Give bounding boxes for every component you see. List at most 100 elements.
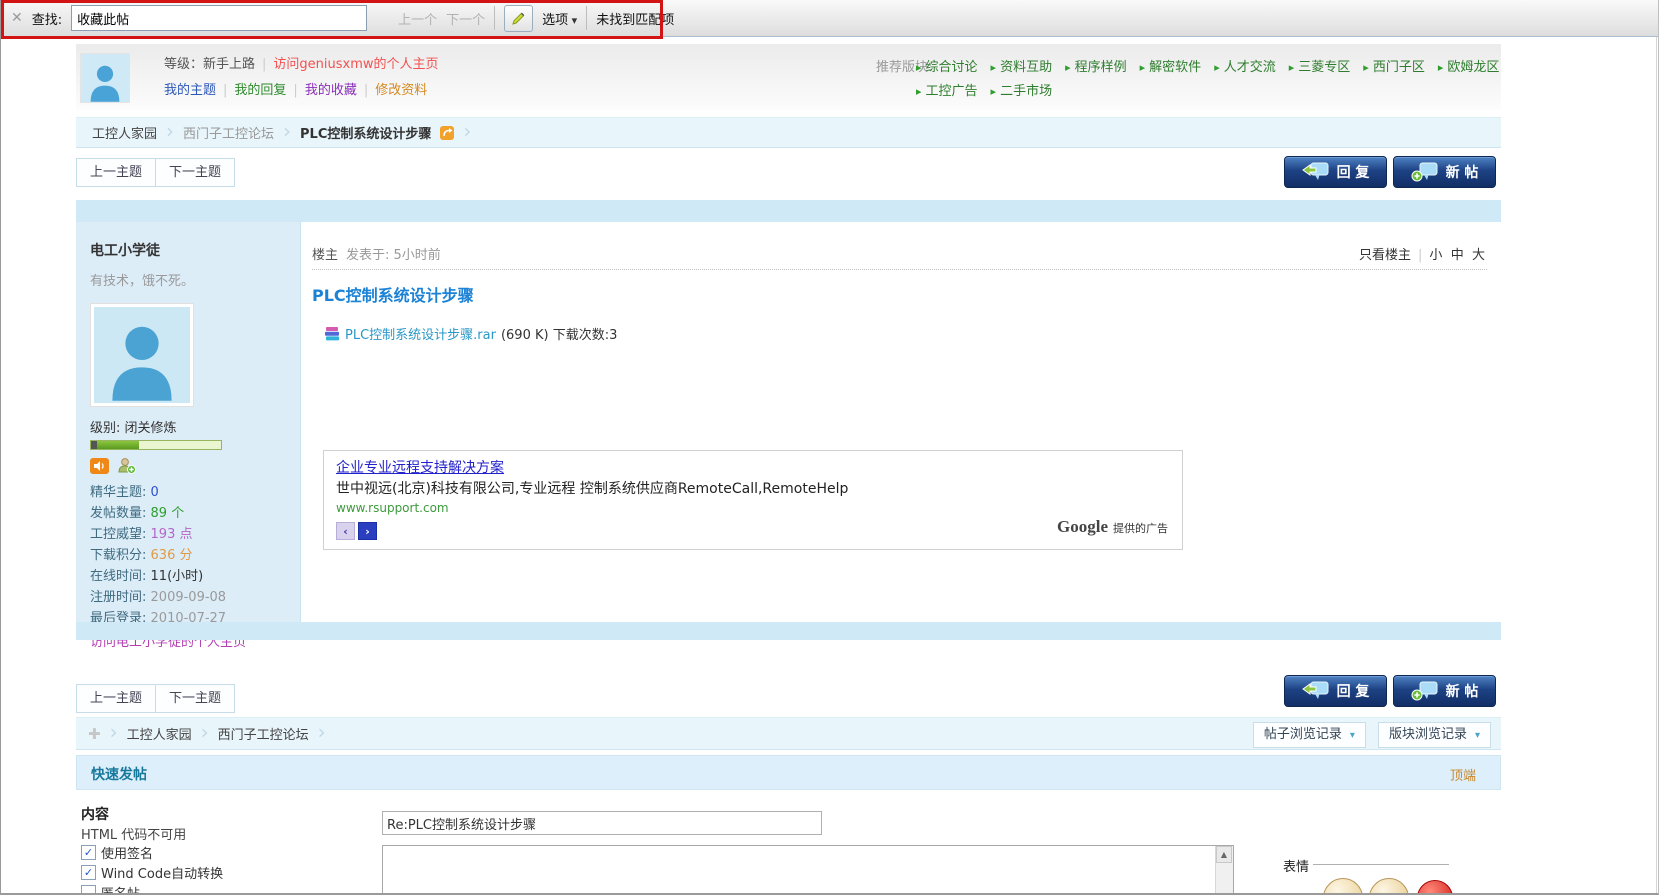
find-input[interactable] xyxy=(71,5,367,31)
divider xyxy=(312,269,1487,270)
topic-share-icon[interactable] xyxy=(440,126,454,140)
forum-link[interactable]: 西门子区 xyxy=(1363,56,1425,75)
checkbox-label: 使用签名 xyxy=(101,843,153,862)
find-options-button[interactable]: 选项 xyxy=(542,9,577,28)
stat-row: 发帖数量: 89 个 xyxy=(90,503,286,524)
topic-nav-top: 上一主题 下一主题 xyxy=(76,158,235,187)
speaker-icon[interactable] xyxy=(90,458,109,474)
attachment-link[interactable]: PLC控制系统设计步骤.rar xyxy=(345,324,496,343)
ad-next-arrow-icon[interactable]: › xyxy=(358,522,377,540)
checkbox-icon[interactable] xyxy=(81,845,96,860)
next-topic-button[interactable]: 下一主题 xyxy=(155,684,235,713)
stat-row: 工控威望: 193 点 xyxy=(90,524,286,545)
breadcrumb-home[interactable]: 工控人家园 xyxy=(92,123,157,142)
breadcrumb-bottom: ✚ 工控人家园 西门子工控论坛 帖子浏览记录 版块浏览记录 xyxy=(76,717,1501,750)
plus-icon[interactable]: ✚ xyxy=(88,725,101,743)
emoticon[interactable] xyxy=(1369,878,1409,895)
forum-history-dropdown[interactable]: 版块浏览记录 xyxy=(1378,722,1491,748)
add-friend-icon[interactable] xyxy=(117,457,136,474)
person-icon xyxy=(87,62,123,102)
find-prev-button[interactable]: 上一个 xyxy=(398,9,437,28)
author-sidebar: 电工小学徒 有技术，饿不死。 级别: 闭关修炼 xyxy=(76,222,301,622)
content-label: 内容 xyxy=(81,804,109,824)
html-disabled-note: HTML 代码不可用 xyxy=(81,824,186,843)
find-next-button[interactable]: 下一个 xyxy=(446,9,485,28)
post-row: 电工小学徒 有技术，饿不死。 级别: 闭关修炼 xyxy=(76,222,1501,622)
breadcrumb-forum[interactable]: 西门子工控论坛 xyxy=(183,123,274,142)
forum-link[interactable]: 欧姆龙区 xyxy=(1438,56,1500,75)
emoticon[interactable] xyxy=(1417,880,1453,895)
forum-link[interactable]: 综合讨论 xyxy=(916,56,978,75)
textarea-scrollbar[interactable]: ▲ xyxy=(1215,846,1233,895)
checkbox-icon[interactable] xyxy=(81,865,96,880)
highlight-all-button[interactable] xyxy=(504,5,533,32)
author-stats: 精华主题: 0 发帖数量: 89 个 工控威望: 193 点 下载积分: 636… xyxy=(90,482,286,629)
back-to-top-link[interactable]: 顶端 xyxy=(1450,765,1476,784)
recommend-row-2: 工控广告 二手市场 xyxy=(916,80,1052,99)
post-view-options: 只看楼主 小 中 大 xyxy=(1359,244,1485,263)
forum-link[interactable]: 三菱专区 xyxy=(1289,56,1351,75)
my-replies-link[interactable]: 我的回复 xyxy=(234,83,286,98)
anonymous-checkbox[interactable]: 匿名帖 xyxy=(81,883,140,895)
author-icon-row xyxy=(90,457,286,474)
ad-description: 世中视远(北京)科技有限公司,专业远程 控制系统供应商RemoteCall,Re… xyxy=(336,478,848,498)
find-status-text: 未找到匹配项 xyxy=(596,9,674,28)
avatar[interactable] xyxy=(80,53,130,103)
forum-link[interactable]: 解密软件 xyxy=(1140,56,1202,75)
reply-button-bottom[interactable]: 回 复 xyxy=(1284,675,1387,707)
chevron-icon xyxy=(201,727,209,737)
reply-button-top[interactable]: 回 复 xyxy=(1284,156,1387,188)
chevron-icon xyxy=(283,126,291,136)
breadcrumb-forum[interactable]: 西门子工控论坛 xyxy=(218,724,309,743)
rar-file-icon xyxy=(324,327,340,341)
reply-button-label: 回 复 xyxy=(1337,681,1370,701)
forum-link[interactable]: 人才交流 xyxy=(1214,56,1276,75)
chevron-icon xyxy=(166,126,174,136)
only-op-link[interactable]: 只看楼主 xyxy=(1359,248,1411,263)
font-large-link[interactable]: 大 xyxy=(1472,248,1485,263)
prev-topic-button[interactable]: 上一主题 xyxy=(76,158,156,187)
ad-headline-link[interactable]: 企业专业远程支持解决方案 xyxy=(336,457,504,477)
visit-profile-link[interactable]: 访问geniusxmw的个人主页 xyxy=(273,57,438,72)
forum-link[interactable]: 程序样例 xyxy=(1065,56,1127,75)
stat-row: 精华主题: 0 xyxy=(90,482,286,503)
edit-profile-link[interactable]: 修改资料 xyxy=(375,83,427,98)
forum-link[interactable]: 资料互助 xyxy=(991,56,1053,75)
level-progress-bar xyxy=(90,440,222,450)
divider xyxy=(494,6,495,30)
breadcrumb-topic: PLC控制系统设计步骤 xyxy=(300,123,431,142)
google-logo[interactable]: Google xyxy=(1057,517,1108,537)
next-topic-button[interactable]: 下一主题 xyxy=(155,158,235,187)
breadcrumb-home[interactable]: 工控人家园 xyxy=(127,724,192,743)
post-meta: 楼主发表于: 5小时前 xyxy=(312,244,441,263)
emoticon[interactable] xyxy=(1323,878,1363,895)
checkbox-icon[interactable] xyxy=(81,885,96,895)
use-signature-checkbox[interactable]: 使用签名 xyxy=(81,843,153,862)
new-post-button-top[interactable]: 新 帖 xyxy=(1393,156,1496,188)
author-avatar[interactable] xyxy=(90,303,194,407)
window-edge xyxy=(1656,37,1657,895)
user-level-line: 等级：新手上路访问geniusxmw的个人主页 xyxy=(164,53,439,72)
forum-link[interactable]: 二手市场 xyxy=(991,80,1053,99)
font-medium-link[interactable]: 中 xyxy=(1451,248,1464,263)
thread-history-dropdown[interactable]: 帖子浏览记录 xyxy=(1253,722,1366,748)
message-textarea[interactable]: ▲ xyxy=(382,845,1234,895)
font-small-link[interactable]: 小 xyxy=(1429,248,1442,263)
close-icon[interactable]: ✕ xyxy=(11,10,23,26)
wind-code-checkbox[interactable]: Wind Code自动转换 xyxy=(81,863,223,882)
ad-prev-arrow-icon[interactable]: ‹ xyxy=(336,522,355,540)
prev-topic-button[interactable]: 上一主题 xyxy=(76,684,156,713)
forum-link[interactable]: 工控广告 xyxy=(916,80,978,99)
subject-input[interactable] xyxy=(382,811,822,835)
user-header: 等级：新手上路访问geniusxmw的个人主页 我的主题 我的回复 我的收藏 修改资料… xyxy=(76,44,1501,110)
my-topics-link[interactable]: 我的主题 xyxy=(164,83,216,98)
post-footer-strip xyxy=(76,622,1501,640)
my-favorites-link[interactable]: 我的收藏 xyxy=(305,83,357,98)
new-post-button-bottom[interactable]: 新 帖 xyxy=(1393,675,1496,707)
chevron-icon xyxy=(463,126,471,136)
browser-page: ✕ 查找: 上一个 下一个 选项 未找到匹配项 等级：新手上路访问geniusx… xyxy=(0,0,1659,895)
ad-carousel-nav: ‹ › xyxy=(336,522,377,540)
scroll-up-arrow-icon[interactable]: ▲ xyxy=(1216,846,1232,863)
highlighter-icon xyxy=(511,10,527,26)
recommend-row-1: 综合讨论 资料互助 程序样例 解密软件 人才交流 三菱专区 西门子区 欧姆龙区 xyxy=(916,56,1499,75)
